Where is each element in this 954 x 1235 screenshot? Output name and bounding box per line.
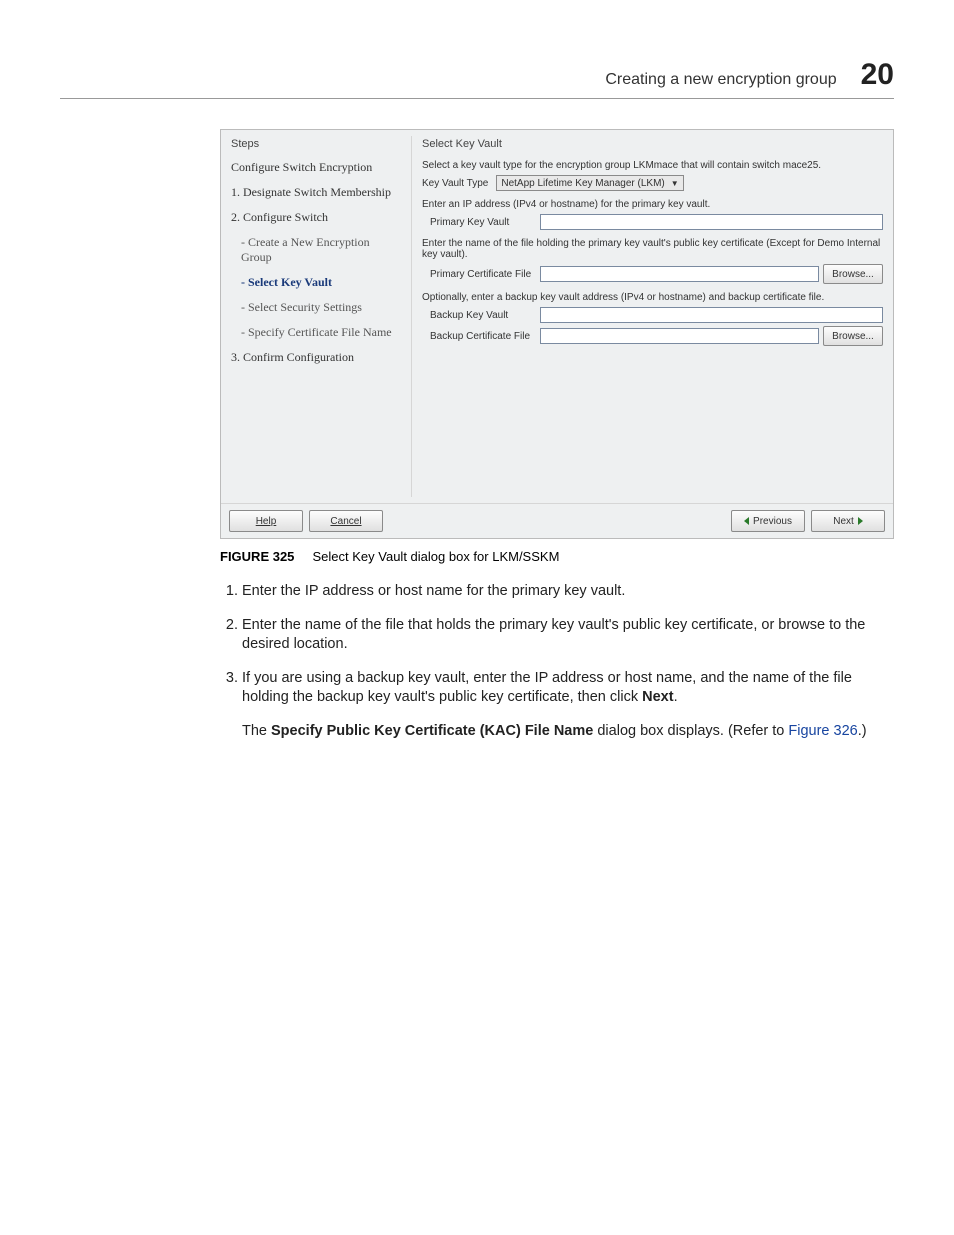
content-pane-title: Select Key Vault [422,138,883,150]
backup-key-vault-label: Backup Key Vault [430,310,540,321]
figure-326-link[interactable]: Figure 326 [788,723,857,739]
help-button[interactable]: Help [229,510,303,532]
instruction-primary-ip: Enter an IP address (IPv4 or hostname) f… [422,199,883,210]
arrow-left-icon [744,517,749,525]
key-vault-type-label: Key Vault Type [422,178,488,189]
figure-label: FIGURE 325 [220,549,294,564]
step-2c: - Select Security Settings [241,300,401,315]
step-2: 2. Configure Switch [231,210,401,225]
select-key-vault-dialog: Steps Configure Switch Encryption 1. Des… [220,129,894,539]
instruction-backup: Optionally, enter a backup key vault add… [422,292,883,303]
backup-cert-file-label: Backup Certificate File [430,331,540,342]
step-2a: - Create a New Encryption Group [241,235,401,265]
step-2d: - Specify Certificate File Name [241,325,401,340]
primary-cert-file-input[interactable] [540,266,819,282]
steps-pane: Steps Configure Switch Encryption 1. Des… [221,130,411,503]
cancel-button[interactable]: Cancel [309,510,383,532]
step-3: 3. Confirm Configuration [231,350,401,365]
header-chapter-number: 20 [861,58,894,92]
primary-cert-browse-button[interactable]: Browse... [823,264,883,284]
backup-cert-file-input[interactable] [540,328,819,344]
page-header: Creating a new encryption group 20 [60,58,894,99]
instruction-3: If you are using a backup key vault, ent… [242,669,894,708]
content-pane: Select Key Vault Select a key vault type… [412,130,893,503]
backup-key-vault-input[interactable] [540,307,883,323]
primary-key-vault-label: Primary Key Vault [430,217,540,228]
instruction-primary-cert: Enter the name of the file holding the p… [422,238,883,260]
arrow-right-icon [858,517,863,525]
instruction-2: Enter the name of the file that holds th… [242,616,894,655]
dropdown-caret-icon: ▼ [671,179,679,188]
backup-cert-browse-button[interactable]: Browse... [823,326,883,346]
step-2b-current: - Select Key Vault [241,275,401,290]
primary-key-vault-input[interactable] [540,214,883,230]
step-1: 1. Designate Switch Membership [231,185,401,200]
key-vault-type-select[interactable]: NetApp Lifetime Key Manager (LKM) ▼ [496,175,683,191]
instruction-select-type: Select a key vault type for the encrypti… [422,160,883,171]
key-vault-type-value: NetApp Lifetime Key Manager (LKM) [501,178,664,189]
primary-cert-file-label: Primary Certificate File [430,269,540,280]
instruction-1: Enter the IP address or host name for th… [242,582,894,602]
previous-button[interactable]: Previous [731,510,805,532]
steps-pane-title: Steps [231,138,401,150]
figure-caption: FIGURE 325 Select Key Vault dialog box f… [220,549,894,564]
header-section-title: Creating a new encryption group [605,71,836,89]
result-paragraph: The Specify Public Key Certificate (KAC)… [242,722,894,742]
dialog-button-bar: Help Cancel Previous Next [221,503,893,538]
steps-heading: Configure Switch Encryption [231,160,401,175]
next-button[interactable]: Next [811,510,885,532]
instruction-list: Enter the IP address or host name for th… [220,582,894,742]
figure-text: Select Key Vault dialog box for LKM/SSKM [313,549,560,564]
